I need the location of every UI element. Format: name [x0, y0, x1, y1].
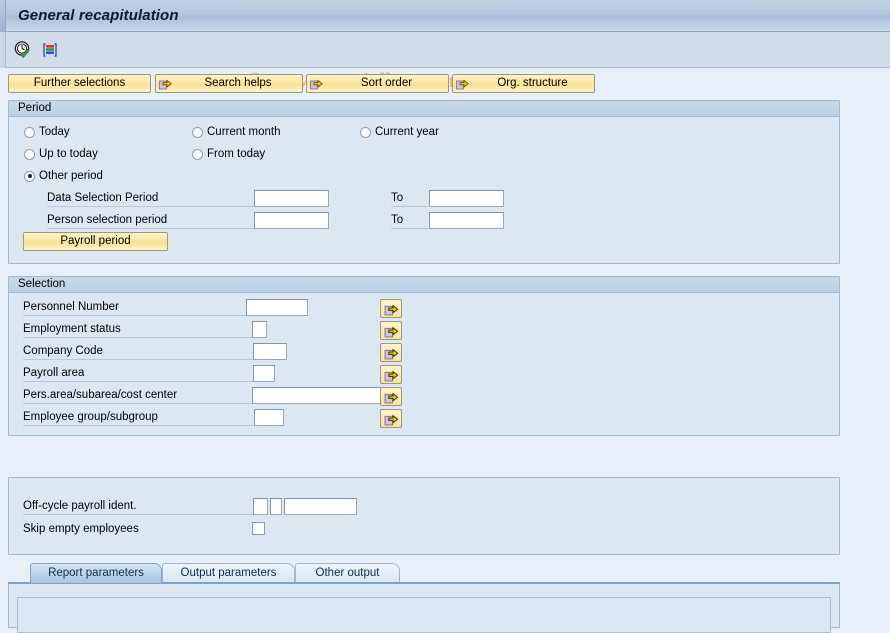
payroll-area-input[interactable]: [253, 365, 275, 382]
search-helps-label: Search helps: [204, 77, 272, 89]
radio-other-period-mark[interactable]: [24, 170, 35, 182]
off-cycle-payroll-ident-input-2[interactable]: [270, 498, 282, 515]
radio-today-mark[interactable]: [24, 126, 35, 138]
person-selection-period-to-label: To: [391, 214, 428, 229]
selection-panel: Selection Personnel Number Employment st…: [8, 276, 840, 436]
radio-from-today[interactable]: From today: [192, 148, 265, 160]
period-panel: Period Today Current month Current year …: [8, 100, 840, 264]
period-panel-header: Period: [9, 101, 839, 117]
page-title: General recapitulation: [18, 7, 179, 24]
radio-current-year-mark[interactable]: [360, 126, 371, 138]
employment-status-label: Employment status: [23, 323, 253, 338]
data-selection-period-to-label: To: [391, 192, 428, 207]
person-selection-period-to-input[interactable]: [429, 212, 504, 229]
radio-up-to-today-label: Up to today: [39, 148, 98, 160]
employee-group-subgroup-label: Employee group/subgroup: [23, 411, 253, 426]
employee-group-subgroup-input[interactable]: [254, 409, 284, 426]
search-helps-button[interactable]: Search helps: [155, 74, 303, 93]
data-selection-period-label: Data Selection Period: [47, 192, 254, 207]
title-left-strip: [0, 0, 6, 32]
radio-current-year-label: Current year: [375, 126, 439, 138]
company-code-input[interactable]: [253, 343, 287, 360]
personnel-number-input[interactable]: [246, 299, 308, 316]
arrow-right-icon: [456, 77, 469, 90]
pers-area-subarea-cost-center-input[interactable]: [252, 387, 390, 404]
further-selections-button[interactable]: Further selections: [8, 74, 151, 93]
radio-other-period-label: Other period: [39, 170, 103, 182]
tab-report-parameters[interactable]: Report parameters: [30, 563, 162, 583]
payroll-period-button[interactable]: Payroll period: [23, 232, 168, 251]
company-code-label: Company Code: [23, 345, 253, 360]
toolbar-left-strip: [0, 32, 6, 68]
person-selection-period-from-input[interactable]: [254, 212, 329, 229]
layout-list-icon[interactable]: [40, 40, 60, 60]
skip-empty-employees-checkbox[interactable]: [252, 522, 265, 535]
person-selection-period-label: Person selection period: [47, 214, 254, 229]
personnel-number-multi-select-button[interactable]: [380, 299, 402, 318]
arrow-right-icon: [159, 77, 172, 90]
org-structure-label: Org. structure: [497, 77, 568, 89]
off-cycle-payroll-ident-label: Off-cycle payroll ident.: [23, 500, 253, 515]
off-cycle-payroll-ident-input-3[interactable]: [284, 498, 357, 515]
company-code-multi-select-button[interactable]: [380, 343, 402, 362]
data-selection-period-to-input[interactable]: [429, 190, 504, 207]
pers-area-subarea-cost-center-label: Pers.area/subarea/cost center: [23, 389, 253, 404]
selection-button-bar: Further selections Search helps Sort ord…: [0, 68, 890, 98]
tab-output-parameters[interactable]: Output parameters: [162, 563, 295, 583]
data-selection-period-from-input[interactable]: [254, 190, 329, 207]
radio-current-month-mark[interactable]: [192, 126, 203, 138]
radio-today[interactable]: Today: [24, 126, 70, 138]
radio-up-to-today[interactable]: Up to today: [24, 148, 98, 160]
pers-area-subarea-cost-center-multi-select-button[interactable]: [380, 387, 402, 406]
arrow-right-icon: [310, 77, 323, 90]
radio-up-to-today-mark[interactable]: [24, 148, 35, 160]
tab-other-output[interactable]: Other output: [295, 563, 400, 583]
personnel-number-label: Personnel Number: [23, 301, 253, 316]
radio-from-today-label: From today: [207, 148, 266, 160]
tab-content-panel: [8, 582, 840, 633]
options-panel: Off-cycle payroll ident. Skip empty empl…: [8, 477, 840, 555]
skip-empty-employees-label: Skip empty employees: [23, 523, 139, 535]
radio-current-year[interactable]: Current year: [360, 126, 439, 138]
radio-from-today-mark[interactable]: [192, 148, 203, 160]
payroll-area-label: Payroll area: [23, 367, 253, 382]
radio-today-label: Today: [39, 126, 70, 138]
selection-panel-header: Selection: [9, 277, 839, 293]
window-title-bar: General recapitulation: [0, 0, 890, 32]
sort-order-button[interactable]: Sort order: [306, 74, 449, 93]
sort-order-label: Sort order: [360, 77, 413, 89]
employee-group-subgroup-multi-select-button[interactable]: [380, 409, 402, 428]
radio-current-month[interactable]: Current month: [192, 126, 281, 138]
employment-status-input[interactable]: [252, 321, 267, 338]
off-cycle-payroll-ident-input-1[interactable]: [253, 498, 268, 515]
payroll-area-multi-select-button[interactable]: [380, 365, 402, 384]
employment-status-multi-select-button[interactable]: [380, 321, 402, 340]
execute-clock-icon[interactable]: [13, 40, 33, 60]
radio-other-period[interactable]: Other period: [24, 170, 103, 182]
radio-current-month-label: Current month: [207, 126, 281, 138]
tab-strip: Report parameters Output parameters Othe…: [8, 563, 840, 583]
application-toolbar: © www.tutorialkart.com: [0, 32, 890, 92]
org-structure-button[interactable]: Org. structure: [452, 74, 595, 93]
